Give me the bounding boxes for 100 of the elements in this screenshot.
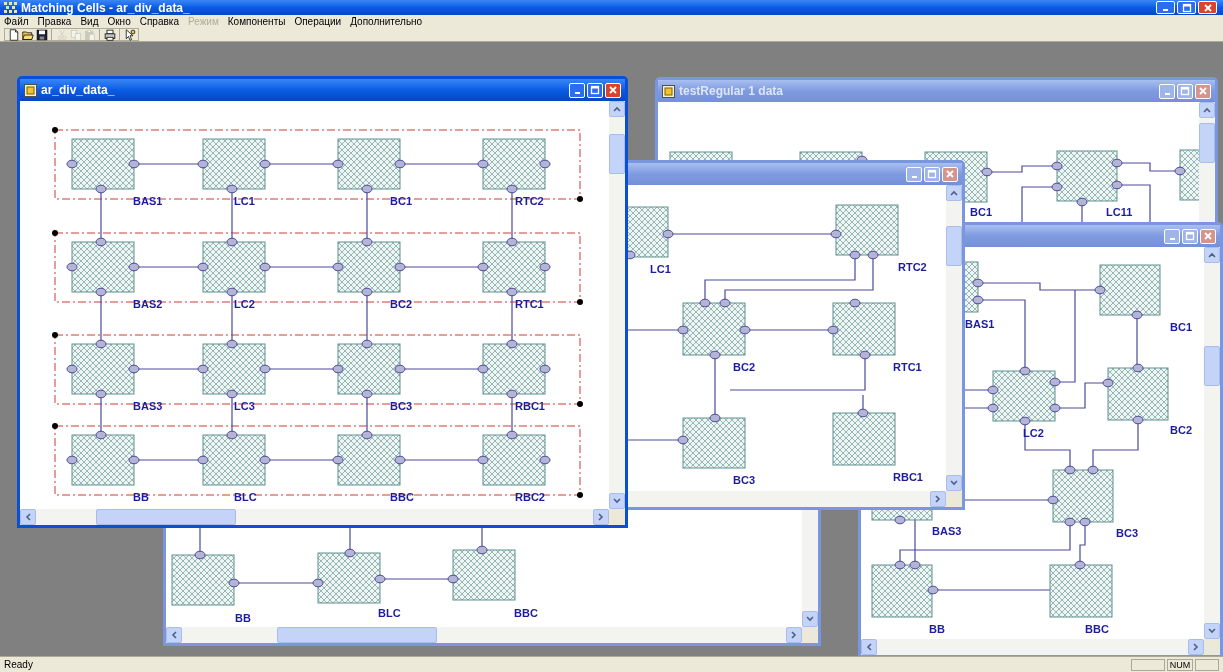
- close-button[interactable]: [1200, 228, 1216, 244]
- cell-block: [1094, 264, 1161, 320]
- cell-block: [832, 408, 896, 466]
- scroll-right-button[interactable]: [1188, 639, 1204, 655]
- scroll-left-button[interactable]: [166, 627, 182, 643]
- printer-icon[interactable]: [103, 28, 116, 41]
- close-button[interactable]: [942, 166, 958, 182]
- cell-block: [625, 206, 674, 260]
- scroll-down-button[interactable]: [1204, 623, 1220, 639]
- maximize-button[interactable]: [1177, 1, 1196, 14]
- cell-label: LC11: [1106, 206, 1133, 218]
- vertical-scrollbar[interactable]: [946, 185, 962, 491]
- menu-item[interactable]: Окно: [107, 16, 131, 27]
- close-icon: [1203, 231, 1213, 241]
- close-icon: [608, 85, 618, 95]
- minimize-button[interactable]: [1164, 228, 1180, 244]
- close-icon: [1198, 86, 1208, 96]
- cell-label: BLC: [234, 491, 257, 503]
- scroll-right-button[interactable]: [786, 627, 802, 643]
- size-grip[interactable]: [609, 509, 625, 525]
- cell-label: BAS1: [133, 195, 163, 207]
- horizontal-scrollbar[interactable]: [166, 627, 802, 643]
- window-icon: [24, 83, 37, 97]
- cell-label: BB: [133, 491, 149, 503]
- close-button[interactable]: [1195, 83, 1211, 99]
- scroll-right-button[interactable]: [930, 491, 946, 507]
- cell-label: LC2: [234, 298, 255, 310]
- status-indicator: NUM: [1167, 658, 1193, 671]
- new-file-icon[interactable]: [7, 28, 20, 41]
- menu-item[interactable]: Справка: [139, 16, 179, 27]
- cell-block: [871, 560, 939, 618]
- menu-item[interactable]: Операции: [294, 16, 342, 27]
- scroll-left-button[interactable]: [861, 639, 877, 655]
- horizontal-scrollbar[interactable]: [861, 639, 1204, 655]
- minimize-icon: [1169, 237, 1175, 240]
- cell-block: [1102, 363, 1169, 425]
- size-grip[interactable]: [946, 491, 962, 507]
- scroll-thumb[interactable]: [1199, 123, 1215, 163]
- minimize-button[interactable]: [1156, 1, 1175, 14]
- minimize-icon: [1163, 9, 1168, 11]
- menu-item[interactable]: Вид: [80, 16, 99, 27]
- scroll-up-button[interactable]: [1204, 247, 1220, 263]
- vertical-scrollbar[interactable]: [1204, 247, 1220, 639]
- cell-label: BBC: [390, 491, 414, 503]
- folder-icon[interactable]: [21, 28, 34, 41]
- cell-label: BBC: [514, 607, 538, 619]
- cell-label: LC2: [1023, 427, 1044, 439]
- minimize-button[interactable]: [569, 82, 585, 98]
- size-grip[interactable]: [802, 627, 818, 643]
- help-pointer-icon[interactable]: [123, 28, 136, 41]
- menu-item[interactable]: Правка: [37, 16, 72, 27]
- menu-item[interactable]: Файл: [4, 16, 29, 27]
- cell-block: [830, 204, 899, 260]
- cell-label: BAS3: [133, 400, 163, 412]
- scroll-thumb[interactable]: [277, 627, 437, 643]
- maximize-button[interactable]: [1182, 228, 1198, 244]
- scroll-left-button[interactable]: [20, 509, 36, 525]
- cell-label: BC3: [390, 400, 412, 412]
- menu-item[interactable]: Дополнительно: [350, 16, 423, 27]
- cell-label: BLC: [378, 607, 401, 619]
- scroll-down-button[interactable]: [802, 611, 818, 627]
- cell-block: [447, 545, 516, 601]
- window-title: ar_div_data_: [41, 84, 115, 96]
- close-button[interactable]: [1198, 1, 1217, 14]
- minimize-button[interactable]: [1159, 83, 1175, 99]
- scroll-down-button[interactable]: [609, 493, 625, 509]
- cell-label: BC1: [970, 206, 992, 218]
- maximize-icon: [927, 169, 937, 179]
- scroll-thumb[interactable]: [96, 509, 236, 525]
- window-title: testRegular 1 data: [679, 85, 784, 97]
- minimize-button[interactable]: [906, 166, 922, 182]
- cell-block: [1174, 149, 1199, 201]
- scroll-up-button[interactable]: [946, 185, 962, 201]
- vertical-scrollbar[interactable]: [609, 101, 625, 509]
- scroll-thumb[interactable]: [609, 134, 625, 174]
- scroll-up-button[interactable]: [609, 101, 625, 117]
- maximize-icon: [1181, 2, 1192, 13]
- cell-label: LC1: [234, 195, 255, 207]
- maximize-icon: [590, 85, 600, 95]
- scroll-thumb[interactable]: [1204, 346, 1220, 386]
- close-button[interactable]: [605, 82, 621, 98]
- cell-label: BC1: [1170, 321, 1192, 333]
- minimize-icon: [1164, 92, 1170, 95]
- horizontal-scrollbar[interactable]: [20, 509, 609, 525]
- cell-label: BC2: [733, 361, 755, 373]
- size-grip[interactable]: [1204, 639, 1220, 655]
- menu-item[interactable]: Компоненты: [227, 16, 286, 27]
- maximize-button[interactable]: [1177, 83, 1193, 99]
- cell-label: BC2: [390, 298, 412, 310]
- scroll-right-button[interactable]: [593, 509, 609, 525]
- app-title: Matching Cells - ar_div_data_: [21, 1, 190, 14]
- maximize-button[interactable]: [924, 166, 940, 182]
- scroll-thumb[interactable]: [946, 226, 962, 266]
- scroll-down-button[interactable]: [946, 475, 962, 491]
- close-icon: [945, 169, 955, 179]
- cell-label: BAS1: [965, 318, 995, 330]
- cell-label: BC3: [733, 474, 755, 486]
- maximize-button[interactable]: [587, 82, 603, 98]
- window-icon: [662, 84, 675, 98]
- scroll-up-button[interactable]: [1199, 102, 1215, 118]
